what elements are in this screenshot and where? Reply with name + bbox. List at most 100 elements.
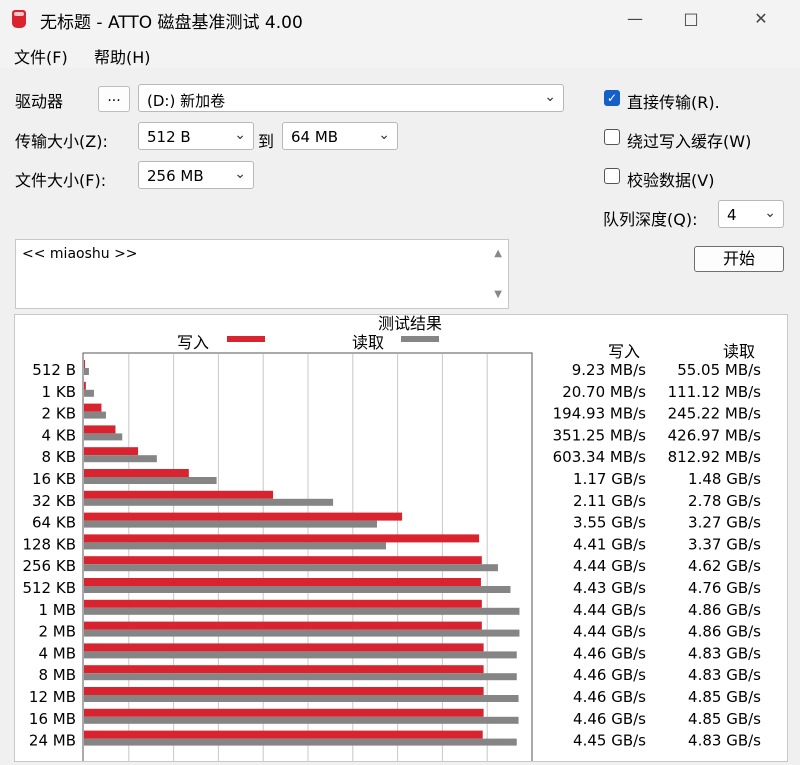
results-title: 测试结果 bbox=[378, 315, 442, 333]
transfer-to-select[interactable]: 64 MB ⌄ bbox=[282, 122, 398, 150]
write-bar bbox=[84, 556, 482, 565]
write-bar bbox=[84, 490, 274, 499]
write-bar bbox=[84, 621, 482, 630]
read-bar bbox=[84, 433, 123, 441]
read-value: 4.85 GB/s bbox=[688, 688, 761, 706]
read-value: 3.27 GB/s bbox=[688, 514, 761, 532]
write-value: 1.17 GB/s bbox=[573, 470, 646, 488]
size-label: 4 KB bbox=[42, 426, 76, 444]
write-bar bbox=[84, 381, 86, 390]
drive-value: (D:) 新加卷 bbox=[147, 92, 226, 110]
scroll-up-icon[interactable]: ▲ bbox=[494, 248, 502, 259]
app-icon bbox=[12, 10, 26, 28]
size-label: 4 MB bbox=[38, 644, 76, 662]
read-value: 1.48 GB/s bbox=[688, 470, 761, 488]
read-value: 4.85 GB/s bbox=[688, 710, 761, 728]
legend-read-swatch bbox=[401, 336, 439, 342]
results-chart: 测试结果 写入 读取 写入 读取 512 B 9.23 MB/s 55.05 MB/… bbox=[22, 314, 762, 764]
write-value: 20.70 MB/s bbox=[562, 383, 646, 401]
read-bar bbox=[84, 389, 94, 397]
write-value: 4.44 GB/s bbox=[573, 623, 646, 641]
chevron-down-icon: ⌄ bbox=[234, 166, 246, 182]
menu-help[interactable]: 帮助(H) bbox=[94, 44, 151, 68]
maximize-icon[interactable]: □ bbox=[668, 4, 714, 34]
description-textarea[interactable]: << miaoshu >> ▲ ▼ bbox=[15, 239, 509, 309]
read-value: 4.83 GB/s bbox=[688, 644, 761, 662]
read-bar bbox=[84, 586, 511, 593]
size-label: 8 MB bbox=[38, 666, 76, 684]
write-bar bbox=[84, 403, 102, 412]
read-bar bbox=[84, 411, 106, 419]
read-bar bbox=[84, 607, 520, 615]
write-value: 351.25 MB/s bbox=[553, 426, 647, 444]
to-label: 到 bbox=[258, 132, 275, 151]
close-icon[interactable]: ✕ bbox=[738, 4, 784, 34]
queue-depth-value: 4 bbox=[727, 206, 737, 224]
read-value: 3.37 GB/s bbox=[688, 535, 761, 553]
menu-file[interactable]: 文件(F) bbox=[14, 44, 68, 68]
file-size-select[interactable]: 256 MB ⌄ bbox=[138, 161, 254, 189]
minimize-icon[interactable]: — bbox=[612, 4, 658, 34]
write-value: 9.23 MB/s bbox=[572, 361, 646, 379]
bypass-cache-checkbox[interactable] bbox=[604, 129, 620, 145]
size-label: 1 MB bbox=[38, 601, 76, 619]
write-value: 4.44 GB/s bbox=[573, 557, 646, 575]
size-label: 2 KB bbox=[42, 405, 76, 423]
read-bar bbox=[84, 695, 519, 702]
write-value: 4.45 GB/s bbox=[573, 732, 646, 750]
write-bar bbox=[84, 447, 139, 456]
read-bar bbox=[84, 455, 157, 463]
file-size-label: 文件大小(F): bbox=[15, 171, 107, 190]
write-bar bbox=[84, 425, 116, 434]
write-bar bbox=[84, 730, 483, 739]
read-value: 55.05 MB/s bbox=[677, 361, 761, 379]
read-bar bbox=[84, 738, 517, 746]
size-label: 512 B bbox=[32, 361, 76, 379]
direct-io-checkbox[interactable]: ✓ bbox=[604, 90, 620, 106]
read-value: 245.22 MB/s bbox=[668, 405, 762, 423]
write-value: 4.46 GB/s bbox=[573, 688, 646, 706]
chevron-down-icon: ⌄ bbox=[234, 127, 246, 143]
drive-label: 驱动器 bbox=[15, 92, 64, 111]
write-value: 4.46 GB/s bbox=[573, 666, 646, 684]
size-label: 8 KB bbox=[42, 448, 76, 466]
chevron-down-icon: ⌄ bbox=[764, 205, 776, 221]
read-value: 4.83 GB/s bbox=[688, 666, 761, 684]
write-value: 4.46 GB/s bbox=[573, 644, 646, 662]
write-bar bbox=[84, 643, 484, 652]
read-value: 2.78 GB/s bbox=[688, 492, 761, 510]
write-bar bbox=[84, 469, 189, 477]
write-value: 4.41 GB/s bbox=[573, 535, 646, 553]
size-label: 2 MB bbox=[38, 623, 76, 641]
write-value: 194.93 MB/s bbox=[553, 405, 647, 423]
browse-button[interactable]: ... bbox=[98, 86, 130, 112]
size-label: 1 KB bbox=[42, 383, 76, 401]
transfer-from-value: 512 B bbox=[147, 128, 191, 146]
transfer-size-label: 传输大小(Z): bbox=[15, 132, 108, 151]
read-bar bbox=[84, 564, 498, 572]
legend-write-label: 写入 bbox=[177, 333, 209, 352]
size-label: 32 KB bbox=[32, 492, 76, 510]
direct-io-label: 直接传输(R). bbox=[627, 93, 720, 112]
verify-label: 校验数据(V) bbox=[627, 171, 715, 190]
scroll-down-icon[interactable]: ▼ bbox=[494, 289, 502, 300]
read-bar bbox=[84, 368, 89, 375]
queue-depth-select[interactable]: 4 ⌄ bbox=[718, 200, 784, 228]
transfer-from-select[interactable]: 512 B ⌄ bbox=[138, 122, 254, 150]
write-value: 3.55 GB/s bbox=[573, 514, 646, 532]
write-bar bbox=[84, 708, 484, 717]
chevron-down-icon: ⌄ bbox=[378, 127, 390, 143]
size-label: 16 MB bbox=[29, 710, 76, 728]
size-label: 512 KB bbox=[22, 579, 76, 597]
write-bar bbox=[84, 360, 85, 368]
verify-checkbox[interactable] bbox=[604, 168, 620, 184]
start-button[interactable]: 开始 bbox=[694, 246, 784, 272]
read-bar bbox=[84, 498, 334, 506]
read-bar bbox=[84, 542, 386, 550]
drive-select[interactable]: (D:) 新加卷 ⌄ bbox=[138, 84, 564, 112]
read-value: 426.97 MB/s bbox=[668, 426, 762, 444]
write-bar bbox=[84, 512, 403, 521]
read-value: 812.92 MB/s bbox=[668, 448, 762, 466]
read-bar bbox=[84, 629, 520, 637]
bypass-cache-label: 绕过写入缓存(W) bbox=[627, 132, 752, 151]
